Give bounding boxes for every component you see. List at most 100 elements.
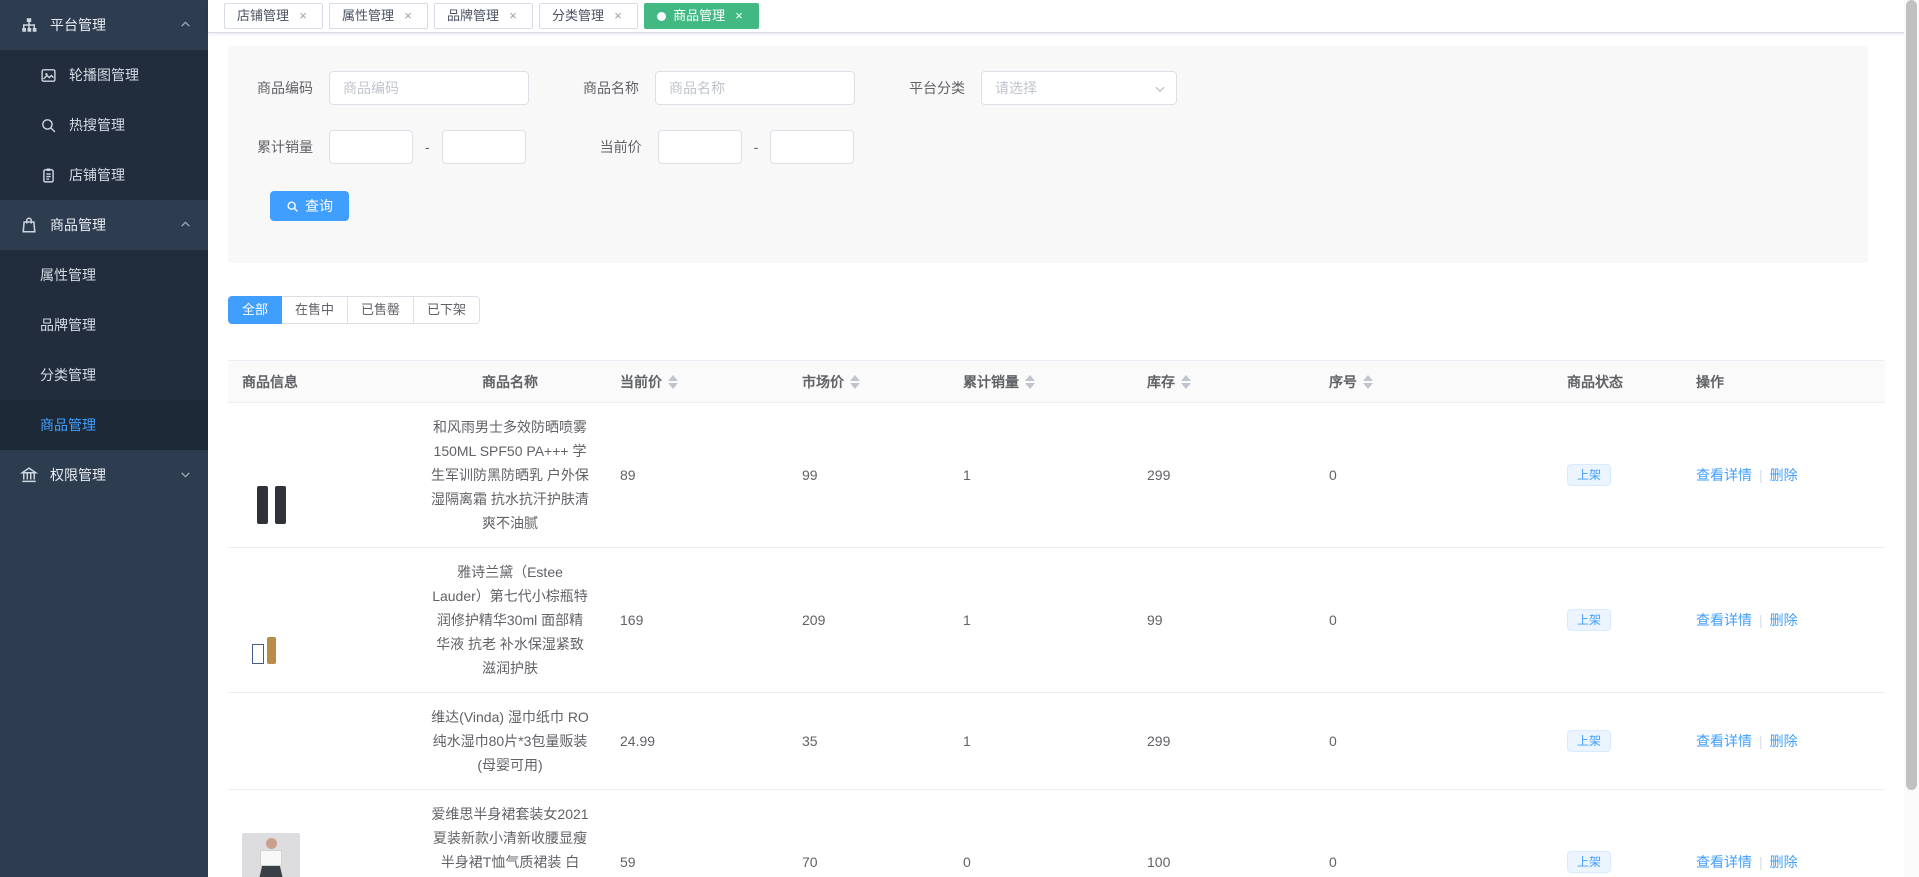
platform-category-label: 平台分类 [909, 80, 965, 96]
product-name: 爱维思半身裙套装女2021夏装新款小清新收腰显瘦半身裙T恤气质裙装 白T+绿裙 … [431, 806, 589, 870]
sales-range-label: 累计销量 [257, 139, 313, 155]
stock-cell: 99 [1147, 612, 1163, 628]
market-price-cell: 35 [802, 733, 818, 749]
tab-label: 分类管理 [552, 8, 605, 23]
tab-attribute-management[interactable]: 属性管理 × [329, 3, 429, 29]
close-icon[interactable]: × [296, 9, 310, 23]
submenu-platform: 轮播图管理 热搜管理 店铺管理 [0, 50, 208, 200]
header-serial[interactable]: 序号 [1319, 372, 1557, 392]
header-market-price[interactable]: 市场价 [792, 372, 953, 392]
view-detail-link[interactable]: 查看详情 [1696, 467, 1752, 483]
header-current-price[interactable]: 当前价 [610, 372, 792, 392]
filter-off-shelf[interactable]: 已下架 [414, 296, 481, 324]
tab-label: 商品管理 [673, 8, 726, 23]
filter-on-sale[interactable]: 在售中 [282, 296, 349, 324]
clipboard-icon [40, 167, 57, 184]
delete-link[interactable]: 删除 [1770, 467, 1798, 483]
sidebar-item-carousel-management[interactable]: 轮播图管理 [0, 50, 208, 100]
sidebar-item-label: 店铺管理 [69, 167, 125, 183]
sales-cell: 0 [963, 854, 971, 870]
delete-link[interactable]: 删除 [1770, 612, 1798, 628]
view-detail-link[interactable]: 查看详情 [1696, 612, 1752, 628]
status-filter-group: 全部 在售中 已售罄 已下架 [228, 296, 481, 324]
query-button-label: 查询 [305, 198, 333, 214]
header-product-name: 商品名称 [482, 373, 538, 390]
sidebar-item-brand-management[interactable]: 品牌管理 [0, 300, 208, 350]
sidebar-item-shop-management[interactable]: 店铺管理 [0, 150, 208, 200]
tab-label: 属性管理 [342, 8, 395, 23]
product-image [242, 833, 300, 877]
search-icon [40, 117, 57, 134]
view-detail-link[interactable]: 查看详情 [1696, 854, 1752, 870]
sidebar-item-category-management[interactable]: 分类管理 [0, 350, 208, 400]
serial-cell: 0 [1329, 612, 1337, 628]
current-price-cell: 89 [620, 467, 636, 483]
tab-shop-management[interactable]: 店铺管理 × [224, 3, 324, 29]
close-icon[interactable]: × [506, 9, 520, 23]
filter-all[interactable]: 全部 [228, 296, 283, 324]
action-separator: | [1759, 733, 1763, 749]
sitemap-icon [20, 16, 38, 34]
sales-cell: 1 [963, 467, 971, 483]
product-name: 雅诗兰黛（Estee Lauder）第七代小棕瓶特润修护精华30ml 面部精华液… [432, 564, 588, 676]
chevron-up-icon [179, 218, 192, 231]
sidebar-item-label: 轮播图管理 [69, 67, 139, 83]
tab-bar: 店铺管理 × 属性管理 × 品牌管理 × 分类管理 × 商品管理 × [208, 0, 1919, 33]
sidebar-item-product-management-active[interactable]: 商品管理 [0, 400, 208, 450]
sidebar-item-product-management[interactable]: 商品管理 [0, 200, 208, 250]
close-icon[interactable]: × [401, 9, 415, 23]
tab-category-management[interactable]: 分类管理 × [539, 3, 639, 29]
product-code-input[interactable] [329, 71, 529, 105]
table-row: 维达(Vinda) 湿巾纸巾 RO纯水湿巾80片*3包量贩装 (母婴可用) 24… [228, 693, 1885, 790]
delete-link[interactable]: 删除 [1770, 733, 1798, 749]
action-separator: | [1759, 612, 1763, 628]
scrollbar-thumb[interactable] [1906, 0, 1917, 790]
sidebar-item-label: 品牌管理 [40, 317, 96, 333]
sort-carets-icon [850, 374, 860, 389]
sidebar-item-permission-management[interactable]: 权限管理 [0, 450, 208, 500]
tab-label: 品牌管理 [447, 8, 500, 23]
market-price-cell: 99 [802, 467, 818, 483]
sales-cell: 1 [963, 733, 971, 749]
building-icon [20, 466, 38, 484]
header-total-sales[interactable]: 累计销量 [953, 372, 1137, 392]
active-dot-icon [657, 11, 667, 21]
platform-category-select[interactable]: 请选择 [981, 71, 1177, 105]
sidebar-item-label: 热搜管理 [69, 117, 125, 133]
sales-cell: 1 [963, 612, 971, 628]
sort-carets-icon [1181, 374, 1191, 389]
status-badge: 上架 [1567, 730, 1612, 752]
delete-link[interactable]: 删除 [1770, 854, 1798, 870]
bag-icon [20, 216, 38, 234]
sales-max-input[interactable] [441, 130, 526, 164]
price-max-input[interactable] [770, 130, 855, 164]
tab-brand-management[interactable]: 品牌管理 × [434, 3, 534, 29]
submenu-product: 属性管理 品牌管理 分类管理 商品管理 [0, 250, 208, 450]
table-row: 和风雨男士多效防晒喷雾150ML SPF50 PA+++ 学生军训防黑防晒乳 户… [228, 403, 1885, 548]
serial-cell: 0 [1329, 467, 1337, 483]
range-separator: - [753, 139, 759, 155]
filter-sold-out[interactable]: 已售罄 [348, 296, 415, 324]
table-row: 雅诗兰黛（Estee Lauder）第七代小棕瓶特润修护精华30ml 面部精华液… [228, 548, 1885, 693]
sidebar-item-hot-search-management[interactable]: 热搜管理 [0, 100, 208, 150]
chevron-down-icon [1153, 82, 1167, 96]
product-name: 维达(Vinda) 湿巾纸巾 RO纯水湿巾80片*3包量贩装 (母婴可用) [431, 709, 589, 773]
chevron-up-icon [179, 18, 192, 31]
query-button[interactable]: 查询 [270, 191, 349, 221]
sidebar-item-attribute-management[interactable]: 属性管理 [0, 250, 208, 300]
sort-carets-icon [1363, 374, 1373, 389]
market-price-cell: 70 [802, 854, 818, 870]
close-icon[interactable]: × [732, 9, 746, 23]
view-detail-link[interactable]: 查看详情 [1696, 733, 1752, 749]
product-name-input[interactable] [655, 71, 855, 105]
header-stock[interactable]: 库存 [1137, 372, 1319, 392]
chevron-down-icon [179, 468, 192, 481]
tab-product-management[interactable]: 商品管理 × [644, 3, 760, 29]
stock-cell: 299 [1147, 467, 1171, 483]
sales-min-input[interactable] [329, 130, 413, 164]
sidebar-item-label: 商品管理 [50, 217, 106, 233]
price-min-input[interactable] [657, 130, 742, 164]
close-icon[interactable]: × [611, 9, 625, 23]
search-icon [287, 200, 298, 212]
sidebar-item-platform-management[interactable]: 平台管理 [0, 0, 208, 50]
